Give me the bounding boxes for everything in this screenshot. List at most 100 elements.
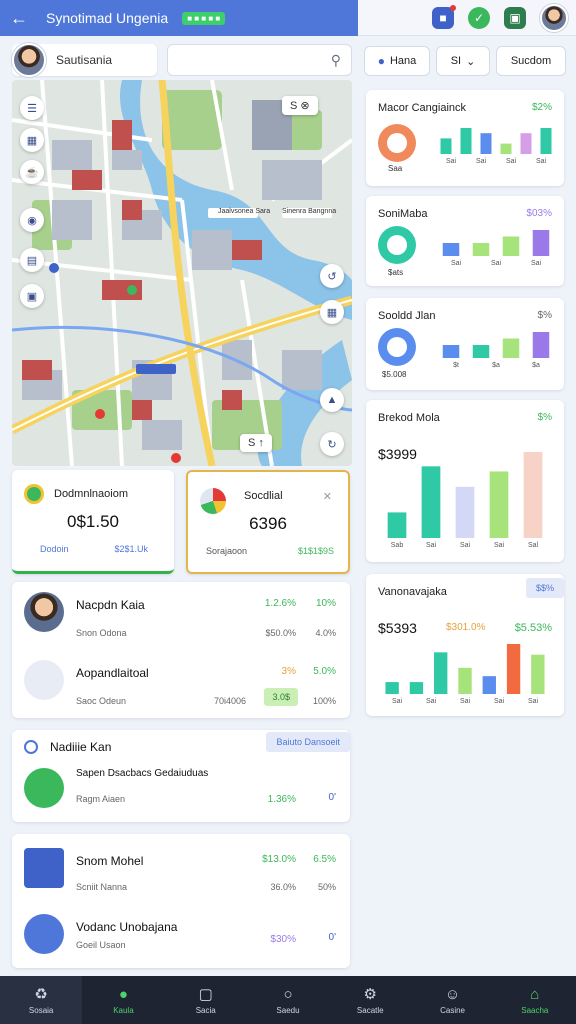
chart-tick-label: Sai [460, 542, 471, 548]
chart-tick-label: Sai [426, 542, 437, 548]
chart-bar [523, 452, 543, 538]
filter-select[interactable]: SI ⌄ [436, 46, 490, 76]
map-globe-icon[interactable]: ◉ [20, 208, 44, 232]
section-tag[interactable]: Baiuto Dansoeit [266, 732, 350, 752]
chart-title: Brekod Mola [378, 412, 440, 424]
stat-title: Socdlial [244, 490, 283, 502]
map-building-icon[interactable]: ▦ [20, 128, 44, 152]
sort-button[interactable]: Sucdom [496, 46, 566, 76]
app-header: ← Synotimad Ungenia ■ ■ ■ ■ ■ [0, 0, 358, 36]
row-value-1: 1.36% [267, 794, 296, 805]
nav-item-0[interactable]: ♻ Sosaia [0, 976, 83, 1024]
map-canvas[interactable] [12, 80, 352, 466]
user-name: Sautisania [56, 53, 113, 67]
chat-icon[interactable]: ✓ [468, 6, 490, 29]
list-item[interactable]: Sapen Dsacbacs Gedaiuduas Ragm Aiaen 1.3… [12, 762, 350, 822]
map-layers-button-icon[interactable]: ▦ [320, 300, 344, 324]
chart-tick-label: $a [532, 362, 540, 368]
folder-icon [24, 768, 64, 808]
list-item[interactable]: Aopandlaitoal Saoc Odeun 3% 5.0% 3.0$ 70… [12, 656, 350, 716]
map-locate-icon[interactable]: ↻ [320, 432, 344, 456]
chart-percent: $% [537, 412, 552, 423]
product-value-2: 0' [328, 932, 336, 943]
chart-tick-label: Sai [531, 260, 542, 266]
list-item[interactable]: Nacpdn Kaia Snon Odona 1.2.6% 10% $50.0%… [12, 588, 350, 648]
nav-item-1[interactable]: ● Kaula [82, 976, 164, 1024]
chart-bar [460, 128, 472, 154]
product-name: Vodanc Unobajana [76, 920, 178, 934]
chart-tick-label: Sal [528, 542, 539, 548]
item-sub-value-1: 70i4006 [213, 696, 246, 706]
chart-bar [442, 345, 460, 358]
nav-label: Sacia [195, 1006, 216, 1015]
nav-item-6[interactable]: ⌂ Saacha [494, 976, 576, 1024]
chart-bar [409, 682, 424, 694]
search-box[interactable]: ⚲ [166, 44, 352, 76]
stat-card-secondary[interactable]: Socdlial ✕ 6396 Sorajaoon $1$1$9S [186, 470, 350, 574]
package-icon [24, 914, 64, 954]
bar-chart: Sab Sai Sai Sai Sal [387, 452, 543, 548]
map-cup-icon[interactable]: ☕ [20, 160, 44, 184]
close-icon[interactable]: ✕ [323, 490, 332, 503]
chart-tick-label: Sai [494, 542, 505, 548]
arrow-left-icon[interactable]: ← [10, 8, 34, 29]
person-name: Nacpdn Kaia [76, 598, 145, 612]
chart-bar [455, 486, 475, 538]
product-sub: Scniit Nanna [76, 882, 128, 892]
nav-item-5[interactable]: ☺ Casine [411, 976, 493, 1024]
chart-bar [520, 133, 532, 154]
item-tag: 3.0$ [264, 688, 298, 706]
chart-card[interactable]: Macor Cangiainck $2% Saa Sai Sai Sai Sai [366, 90, 564, 186]
map-bottom-controls[interactable]: S ↑ [240, 434, 272, 452]
list-item[interactable]: Snom Mohel Scniit Nanna $13.0% 6.5% 36.0… [12, 840, 350, 900]
nav-label: Casine [440, 1005, 465, 1015]
chart-bar [440, 138, 452, 154]
pin-icon: ● [118, 985, 128, 1003]
tool-icon [24, 660, 64, 700]
location-button[interactable]: ● Hana [364, 46, 430, 76]
chart-title: SoniMaba [378, 208, 428, 220]
chart-card[interactable]: Brekod Mola $% $3999 Sab Sai Sai Sai Sal [366, 400, 564, 562]
map-store-icon[interactable]: ▣ [20, 284, 44, 308]
item-sub-value-2: 100% [312, 696, 336, 706]
cart-icon[interactable]: ▣ [504, 6, 526, 29]
nav-item-2[interactable]: ▢ Sacia [165, 976, 247, 1024]
stat-foot-right: $1$1$9S [297, 546, 334, 556]
chart-card[interactable]: SoniMaba $03% $ats Sai Sai Sai [366, 196, 564, 286]
city-map[interactable]: S ⊗ ☰ ▦ ☕ ◉ ▤ ▣ ↺ ▦ ▲ ↻ S ↑ Jaalvsonea S… [12, 80, 352, 466]
search-input[interactable] [175, 53, 331, 67]
chart-bar [506, 644, 521, 694]
chart-bar [472, 243, 490, 256]
person-value-1: 1.2.6% [264, 598, 296, 609]
map-label-district: Jaalvsonea Sara [218, 208, 271, 215]
chart-card[interactable]: Vanonavajaka $$% $5393 $301.0% $5.53% Sa… [366, 574, 564, 716]
map-layers-icon[interactable]: ☰ [20, 96, 44, 120]
stat-value: 6396 [249, 514, 287, 533]
map-compass-icon[interactable]: ↺ [320, 264, 344, 288]
map-navigate-icon[interactable]: ▲ [320, 388, 344, 412]
bar-chart: Sai Sai Sai Sai Sai [385, 644, 545, 704]
nav-item-3[interactable]: ○ Saedu [247, 976, 329, 1024]
chart-percent: $% [537, 310, 552, 321]
shop-icon[interactable]: ■ [432, 4, 456, 29]
chart-card[interactable]: Sooldd Jlan $% $5.008 $t $a $a [366, 298, 564, 390]
chart-tick-label: Sai [460, 698, 471, 704]
chart-bar [531, 654, 545, 694]
chart-bar [502, 236, 520, 256]
product-value-1: $30% [270, 934, 296, 945]
avatar[interactable] [540, 3, 568, 32]
user-chip[interactable]: Sautisania [12, 43, 157, 77]
chart-bar [421, 466, 441, 538]
section-title: Nadiiie Kan [50, 740, 112, 754]
stat-card-primary[interactable]: Dodmnlnaoiom 0$1.50 Dodoin $2$1.Uk [12, 470, 174, 574]
item-value-1: 3% [281, 666, 296, 677]
gear-icon: ⚙ [363, 986, 377, 1003]
map-label-harbor: Sinenra Bangnna [282, 208, 337, 215]
map-top-controls[interactable]: S ⊗ [282, 96, 318, 115]
nav-item-4[interactable]: ⚙ Sacatle [329, 976, 411, 1024]
search-icon[interactable]: ⚲ [331, 52, 341, 69]
nav-label: Sacatle [356, 1006, 384, 1015]
user-avatar [12, 43, 46, 77]
list-item[interactable]: Vodanc Unobajana Goeil Usaon $30% 0' [12, 908, 350, 968]
map-bus-icon[interactable]: ▤ [20, 248, 44, 272]
